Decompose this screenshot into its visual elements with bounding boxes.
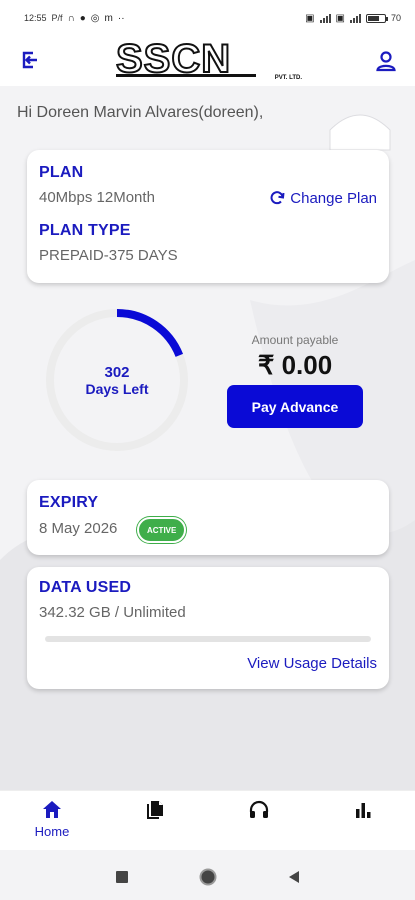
- back-triangle-icon: [289, 871, 299, 883]
- expiry-card: EXPIRY 8 May 2026 ACTIVE: [27, 480, 389, 555]
- sscn-logo: SSCN PVT. LTD.: [115, 36, 306, 83]
- battery-icon: [365, 13, 388, 23]
- more-notifications-icon: ··: [117, 12, 125, 24]
- battery-level: 70: [390, 13, 401, 23]
- amount-payable-value: ₹ 0.00: [257, 350, 333, 380]
- plan-type-value: PREPAID-375 DAYS: [39, 247, 178, 264]
- expiry-date: 8 May 2026: [39, 520, 118, 537]
- status-badge: ACTIVE: [137, 517, 187, 543]
- greeting-text: Hi Doreen Marvin Alvares(doreen),: [17, 104, 264, 121]
- pay-advance-button[interactable]: Pay Advance: [227, 385, 363, 428]
- nav-usage[interactable]: [333, 799, 393, 821]
- data-used-title: DATA USED: [39, 579, 132, 596]
- signal2-icon: [349, 13, 361, 23]
- status-carrier: P/f: [51, 13, 63, 23]
- expiry-title: EXPIRY: [39, 494, 99, 511]
- home-system-button[interactable]: [197, 866, 219, 888]
- headset-status-icon: ∩: [67, 12, 75, 24]
- amount-payable-label: Amount payable: [251, 333, 339, 347]
- nav-home[interactable]: Home: [22, 799, 82, 839]
- back-system-button[interactable]: [283, 866, 305, 888]
- plan-title: PLAN: [39, 164, 84, 181]
- system-navigation-bar: [0, 850, 415, 900]
- headphones-icon: [249, 800, 269, 818]
- plan-value: 40Mbps 12Month: [39, 189, 155, 206]
- nav-home-label: Home: [34, 824, 70, 839]
- nav-documents[interactable]: [125, 799, 185, 821]
- view-usage-details-link[interactable]: View Usage Details: [247, 655, 377, 672]
- days-left-count: 302: [104, 363, 130, 381]
- plan-card: PLAN 40Mbps 12Month Change Plan PLAN TYP…: [27, 150, 389, 283]
- signal-icon: [319, 13, 331, 23]
- logo-subtext: PVT. LTD.: [274, 75, 302, 81]
- logout-button[interactable]: [18, 48, 42, 72]
- documents-icon: [147, 801, 163, 819]
- data-used-value: 342.32 GB / Unlimited: [39, 604, 186, 621]
- square-icon: [116, 871, 128, 883]
- usage-progress-bar: [45, 636, 371, 642]
- data-used-card: DATA USED 342.32 GB / Unlimited View Usa…: [27, 567, 389, 689]
- app-header: SSCN PVT. LTD.: [0, 36, 415, 86]
- circle-icon: [199, 868, 217, 886]
- change-plan-link[interactable]: Change Plan: [268, 189, 377, 207]
- bottom-navigation: Home: [0, 790, 415, 850]
- sim2-icon: ▣: [335, 12, 345, 24]
- logout-icon: [22, 51, 37, 69]
- home-icon: [43, 801, 61, 818]
- status-bar: 12:55 P/f ∩ ● ◎ m ·· ▣ ▣ 70: [0, 0, 415, 36]
- recent-apps-button[interactable]: [111, 866, 133, 888]
- logo-underline: [116, 74, 256, 77]
- whatsapp-icon: ◎: [90, 12, 100, 24]
- profile-icon: [376, 51, 396, 72]
- days-left-label: Days Left: [85, 380, 149, 397]
- status-time: 12:55: [24, 13, 47, 23]
- sim-icon: ▣: [305, 12, 315, 24]
- plan-type-title: PLAN TYPE: [39, 222, 131, 239]
- mail-icon: m: [104, 12, 113, 24]
- days-left-ring: 302 Days Left: [42, 305, 192, 455]
- change-plan-label: Change Plan: [290, 189, 377, 207]
- app-notification-icon: ●: [79, 12, 86, 24]
- profile-button[interactable]: [373, 48, 399, 74]
- bar-chart-icon: [356, 803, 371, 818]
- refresh-icon: [270, 191, 285, 205]
- nav-support[interactable]: [229, 799, 289, 821]
